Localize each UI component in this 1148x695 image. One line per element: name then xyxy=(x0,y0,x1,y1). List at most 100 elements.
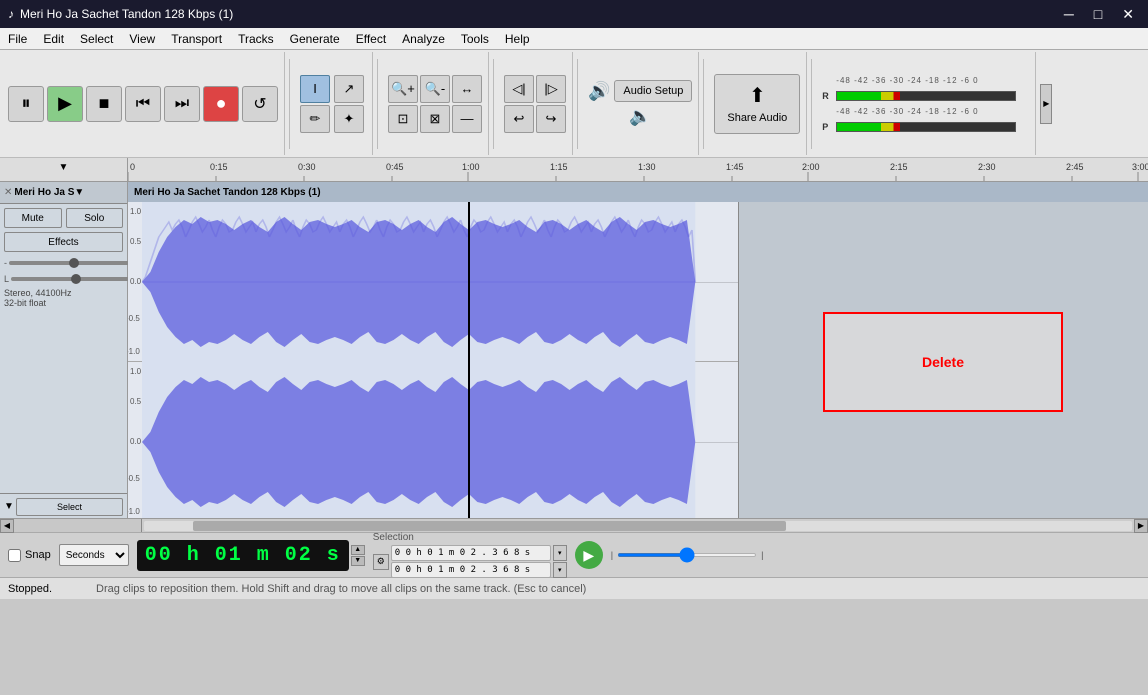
delete-label: Delete xyxy=(922,354,964,370)
pan-left-label: L xyxy=(4,274,9,284)
prev-button[interactable]: ⏮ xyxy=(125,86,161,122)
svg-text:1:00: 1:00 xyxy=(462,162,480,172)
menu-help[interactable]: Help xyxy=(497,30,538,48)
select-tool[interactable]: I xyxy=(300,75,330,103)
zoom-fit-button[interactable]: ↔ xyxy=(452,75,482,103)
svg-text:2:45: 2:45 xyxy=(1066,162,1084,172)
toolbar: ⏸ ▶ ■ ⏮ ⏭ ● ↺ I ↗ ✏ ✦ 🔍+ 🔍- ↔ ⊡ ⊠ — xyxy=(0,50,1148,158)
next-button[interactable]: ⏭ xyxy=(164,86,200,122)
audio-setup-button[interactable]: Audio Setup xyxy=(614,80,692,102)
trim-left-button[interactable]: ◁| xyxy=(504,75,534,103)
track-close-button[interactable]: ✕ xyxy=(4,187,12,198)
scroll-thumb[interactable] xyxy=(193,521,786,531)
draw-tool[interactable]: ✏ xyxy=(300,105,330,133)
multi-tool[interactable]: ✦ xyxy=(334,105,364,133)
selection-end-input[interactable] xyxy=(391,562,551,578)
play-at-speed-button[interactable]: ▶ xyxy=(575,541,603,569)
close-button[interactable]: ✕ xyxy=(1116,6,1140,23)
snap-section: Snap xyxy=(8,549,51,562)
selection-start-input[interactable] xyxy=(391,545,551,561)
envelope-tool[interactable]: ↗ xyxy=(334,75,364,103)
pause-button[interactable]: ⏸ xyxy=(8,86,44,122)
track-controls: ✕ Meri Ho Ja S▼ Mute Solo Effects - + L xyxy=(0,182,128,518)
ruler: ▼ 0 0:15 0:30 0:45 1:00 xyxy=(0,158,1148,182)
status-text: Stopped. xyxy=(8,583,88,595)
menu-generate[interactable]: Generate xyxy=(282,30,348,48)
zoom-out-full-button[interactable]: ⊠ xyxy=(420,105,450,133)
minimize-button[interactable]: ─ xyxy=(1058,6,1080,23)
delete-region[interactable]: Delete xyxy=(823,312,1063,412)
effects-button[interactable]: Effects xyxy=(4,232,123,252)
share-audio-label: Share Audio xyxy=(727,112,787,124)
menu-effect[interactable]: Effect xyxy=(348,30,394,48)
scroll-left-button[interactable]: ◀ xyxy=(0,519,14,533)
menu-file[interactable]: File xyxy=(0,30,35,48)
menu-tools[interactable]: Tools xyxy=(453,30,497,48)
zoom-sel-button[interactable]: ⊡ xyxy=(388,105,418,133)
share-audio-button[interactable]: ⬆ Share Audio xyxy=(714,74,800,134)
sel-end-adjust[interactable]: ▾ xyxy=(553,562,567,578)
status-hint: Drag clips to reposition them. Hold Shif… xyxy=(96,583,586,595)
svg-text:1:15: 1:15 xyxy=(550,162,568,172)
window-title: Meri Ho Ja Sachet Tandon 128 Kbps (1) xyxy=(20,7,233,21)
menu-view[interactable]: View xyxy=(121,30,163,48)
record-button[interactable]: ● xyxy=(203,86,239,122)
waveform-track-title: Meri Ho Ja Sachet Tandon 128 Kbps (1) xyxy=(134,187,321,198)
pan-slider[interactable] xyxy=(11,277,140,281)
track-controls-body: Mute Solo Effects - + L R Ste xyxy=(0,204,127,493)
transport-section: ⏸ ▶ ■ ⏮ ⏭ ● ↺ xyxy=(2,52,285,155)
track-name: Meri Ho Ja S▼ xyxy=(14,187,123,198)
svg-text:1:45: 1:45 xyxy=(726,162,744,172)
waveform-container[interactable]: Meri Ho Ja Sachet Tandon 128 Kbps (1) 1.… xyxy=(128,182,1148,518)
ruler-ticks: 0 0:15 0:30 0:45 1:00 1:15 1:30 xyxy=(128,158,1148,181)
trim-right-button[interactable]: |▷ xyxy=(536,75,566,103)
selection-section: Selection ⚙ ▾ ▾ xyxy=(373,532,567,578)
menu-tracks[interactable]: Tracks xyxy=(230,30,282,48)
svg-text:0:45: 0:45 xyxy=(386,162,404,172)
menu-edit[interactable]: Edit xyxy=(35,30,72,48)
undo-button[interactable]: ↩ xyxy=(504,105,534,133)
play-button[interactable]: ▶ xyxy=(47,86,83,122)
track-select-button[interactable]: Select xyxy=(16,498,123,516)
solo-button[interactable]: Solo xyxy=(66,208,124,228)
menu-select[interactable]: Select xyxy=(72,30,121,48)
maximize-button[interactable]: □ xyxy=(1088,6,1108,23)
svg-text:0: 0 xyxy=(130,162,135,172)
time-down-button[interactable]: ▼ xyxy=(351,556,365,566)
zoom-in-button[interactable]: 🔍+ xyxy=(388,75,418,103)
loop-button[interactable]: ↺ xyxy=(242,86,278,122)
scroll-right-button[interactable]: ▶ xyxy=(1134,519,1148,533)
meter-expand-button[interactable]: ▶ xyxy=(1040,84,1052,124)
track-bit-depth: 32-bit float xyxy=(4,298,123,308)
sel-start-adjust[interactable]: ▾ xyxy=(553,545,567,561)
ruler-dropdown[interactable]: ▼ xyxy=(59,162,69,173)
mute-button[interactable]: Mute xyxy=(4,208,62,228)
snap-label[interactable]: Snap xyxy=(25,549,51,561)
trim-button[interactable]: — xyxy=(452,105,482,133)
record-meter[interactable] xyxy=(836,91,1016,101)
status-bar: Stopped. Drag clips to reposition them. … xyxy=(0,577,1148,599)
audio-setup-section: 🔊 Audio Setup 🔈 xyxy=(582,52,699,155)
horizontal-scrollbar[interactable]: ◀ ▶ xyxy=(0,518,1148,532)
playhead xyxy=(468,202,470,518)
edit-section: ◁| |▷ ↩ ↪ xyxy=(498,52,573,155)
meter-expand-area: ▶ xyxy=(1036,84,1056,124)
seconds-dropdown[interactable]: Seconds Minutes hh:mm:ss Samples Beats xyxy=(59,544,129,566)
snap-checkbox[interactable] xyxy=(8,549,21,562)
stop-button[interactable]: ■ xyxy=(86,86,122,122)
play-meter[interactable] xyxy=(836,122,1016,132)
speed-slider[interactable] xyxy=(617,553,757,557)
gain-slider[interactable] xyxy=(9,261,138,265)
menu-transport[interactable]: Transport xyxy=(163,30,230,48)
play-meter-label: P xyxy=(822,122,834,132)
scroll-track[interactable] xyxy=(144,521,1132,531)
selection-settings-button[interactable]: ⚙ xyxy=(373,554,389,570)
zoom-section: 🔍+ 🔍- ↔ ⊡ ⊠ — xyxy=(382,52,489,155)
redo-button[interactable]: ↪ xyxy=(536,105,566,133)
menu-analyze[interactable]: Analyze xyxy=(394,30,453,48)
time-up-button[interactable]: ▲ xyxy=(351,545,365,555)
zoom-out-button[interactable]: 🔍- xyxy=(420,75,450,103)
svg-text:3:00: 3:00 xyxy=(1132,162,1148,172)
svg-text:0:30: 0:30 xyxy=(298,162,316,172)
record-meter-label: R xyxy=(822,91,834,101)
